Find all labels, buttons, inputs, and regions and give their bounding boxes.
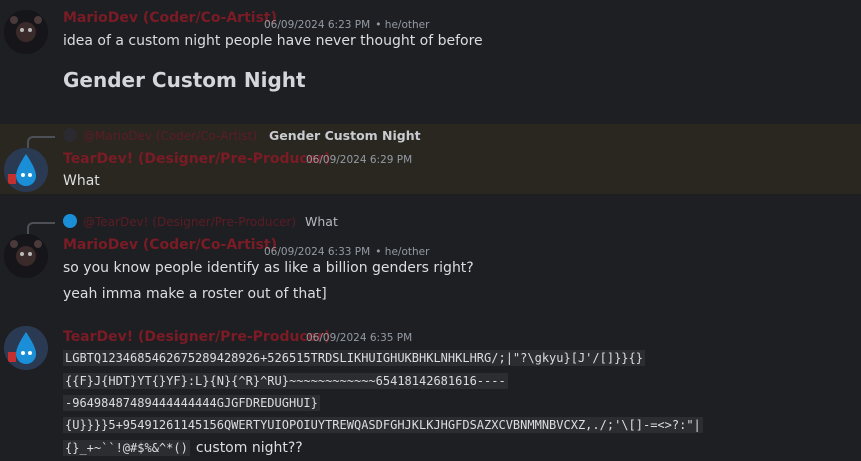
timestamp: 06/09/2024 6:29 PM bbox=[306, 154, 413, 166]
reply-connector bbox=[27, 222, 55, 234]
avatar[interactable] bbox=[4, 10, 48, 54]
code-line: {U}}}}5+95491261145156QWERTYUIOPOIUYTREW… bbox=[63, 417, 703, 433]
reply-author[interactable]: @TearDev! (Designer/Pre-Producer) bbox=[83, 215, 296, 229]
reply-author[interactable]: @MarioDev (Coder/Co-Artist) bbox=[83, 129, 257, 143]
inline-code: {U}}}}5+95491261145156QWERTYUIOPOIUYTREW… bbox=[63, 417, 703, 433]
message-author[interactable]: MarioDev (Coder/Co-Artist) bbox=[63, 237, 277, 253]
inline-code: {{F}J{HDT}YT{}YF}:L}{N}{^R}^RU}~~~~~~~~~… bbox=[63, 373, 508, 389]
code-line: {{F}J{HDT}YT{}YF}:L}{N}{^R}^RU}~~~~~~~~~… bbox=[63, 373, 508, 389]
message-author[interactable]: TearDev! (Designer/Pre-Producer) bbox=[63, 329, 331, 345]
message-text: so you know people identify as like a bi… bbox=[63, 260, 474, 276]
message-text: What bbox=[63, 173, 100, 189]
message-text: yeah imma make a roster out of that] bbox=[63, 286, 327, 302]
reply-avatar[interactable] bbox=[63, 214, 77, 228]
reply-avatar[interactable] bbox=[63, 128, 77, 142]
avatar[interactable] bbox=[4, 326, 48, 370]
inline-code: LGBTQ1234685462675289428926+526515TRDSLI… bbox=[63, 350, 645, 366]
inline-code: {}_+~``!@#$%&^*() bbox=[63, 440, 190, 456]
message-meta: 06/09/2024 6:23 PM • he/other bbox=[264, 13, 429, 32]
message-meta: 06/09/2024 6:33 PM • he/other bbox=[264, 240, 429, 259]
timestamp: 06/09/2024 6:23 PM bbox=[264, 19, 371, 31]
pronouns: • he/other bbox=[375, 19, 430, 31]
message-text: idea of a custom night people have never… bbox=[63, 33, 483, 49]
code-line: LGBTQ1234685462675289428926+526515TRDSLI… bbox=[63, 350, 645, 366]
timestamp: 06/09/2024 6:35 PM bbox=[306, 332, 413, 344]
message-heading: Gender Custom Night bbox=[63, 68, 306, 92]
timestamp: 06/09/2024 6:33 PM bbox=[264, 246, 371, 258]
inline-code: -96498487489444444444GJGFDREDUGHUI} bbox=[63, 395, 320, 411]
code-line: -96498487489444444444GJGFDREDUGHUI} bbox=[63, 395, 320, 411]
reply-preview[interactable]: What bbox=[305, 214, 338, 229]
pronouns: • he/other bbox=[375, 246, 430, 258]
message-author[interactable]: MarioDev (Coder/Co-Artist) bbox=[63, 10, 277, 26]
message-text: custom night?? bbox=[195, 440, 303, 456]
chat-log: MarioDev (Coder/Co-Artist) 06/09/2024 6:… bbox=[0, 0, 861, 461]
code-line: {}_+~``!@#$%&^*() custom night?? bbox=[63, 440, 303, 456]
reply-connector bbox=[27, 136, 55, 148]
avatar[interactable] bbox=[4, 234, 48, 278]
message-author[interactable]: TearDev! (Designer/Pre-Producer) bbox=[63, 151, 331, 167]
reply-preview[interactable]: Gender Custom Night bbox=[269, 128, 421, 143]
avatar[interactable] bbox=[4, 148, 48, 192]
